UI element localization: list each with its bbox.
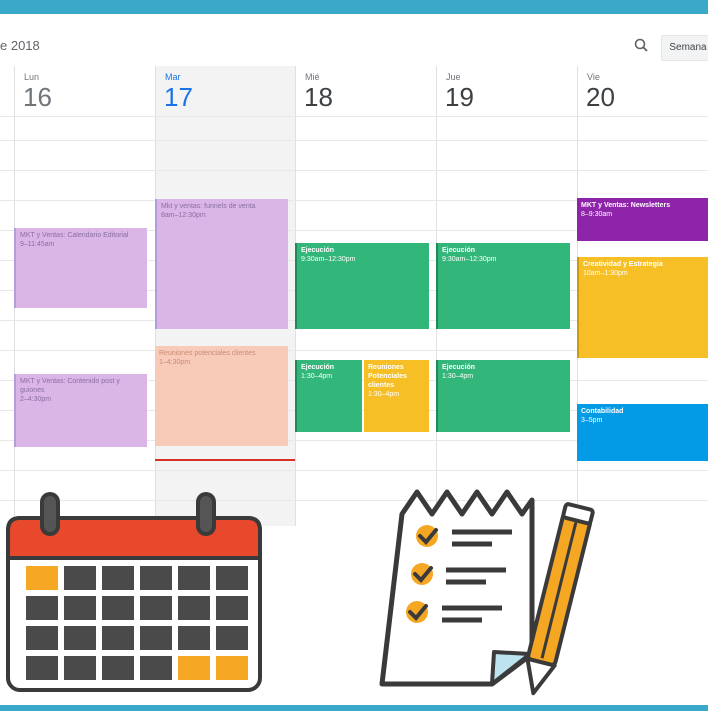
calendar-day-square	[102, 626, 134, 650]
event-card[interactable]: Reuniones potenciales clientes 1–4:30pm	[155, 346, 288, 446]
calendar-day-square	[140, 566, 172, 590]
calendar-day-square	[64, 596, 96, 620]
event-title: MKT y Ventas: Contenido post y guiones	[20, 378, 120, 394]
event-card[interactable]: Ejecución 9:30am–12:30pm	[436, 243, 570, 329]
day-header-monday[interactable]: Lun 16	[14, 66, 155, 116]
current-time-indicator	[155, 459, 295, 461]
event-time: 10am–1:30pm	[583, 270, 628, 277]
event-card[interactable]: Ejecución 1:30–4pm	[436, 360, 570, 432]
event-title: Ejecución	[442, 364, 476, 371]
day-of-week-label: Jue	[446, 72, 461, 82]
day-number: 16	[23, 82, 52, 112]
event-time: 1:30–4pm	[368, 391, 400, 398]
event-card[interactable]: MKT y Ventas: Newsletters 8–9:30am	[577, 198, 708, 241]
calendar-day-square	[140, 656, 172, 680]
event-title: Ejecución	[301, 247, 335, 254]
calendar-day-square	[216, 566, 248, 590]
grid-line	[0, 140, 708, 141]
calendar-day-square	[102, 656, 134, 680]
search-button[interactable]	[632, 36, 652, 56]
event-time: 9–11:45am	[20, 241, 55, 248]
calendar-day-square	[178, 596, 210, 620]
event-title: Ejecución	[442, 247, 476, 254]
event-title: Contabilidad	[581, 408, 624, 415]
grid-line	[0, 116, 708, 117]
event-card[interactable]: Mkt y ventas: funnels de venta 8am–12:30…	[155, 199, 288, 329]
calendar-day-square	[64, 656, 96, 680]
event-time: 1–4:30pm	[159, 359, 191, 366]
calendar-day-square	[140, 596, 172, 620]
day-of-week-label: Mié	[305, 72, 320, 82]
event-time: 1:30–4pm	[301, 373, 333, 380]
month-title: e 2018	[0, 38, 40, 53]
calendar-day-square	[26, 566, 58, 590]
calendar-day-square	[26, 626, 58, 650]
event-time: 2–4:30pm	[20, 396, 52, 403]
day-header-wednesday[interactable]: Mié 18	[295, 66, 436, 116]
event-title: MKT y Ventas: Calendario Editorial	[20, 232, 129, 239]
calendar-day-square	[26, 656, 58, 680]
day-of-week-label: Mar	[165, 72, 181, 82]
checklist-illustration	[379, 489, 595, 696]
calendar-day-square	[64, 626, 96, 650]
event-title: MKT y Ventas: Newsletters	[581, 202, 671, 209]
calendar-day-square	[216, 596, 248, 620]
calendar-day-square	[178, 626, 210, 650]
day-header-tuesday[interactable]: Mar 17	[155, 66, 295, 116]
event-title: Creatividad y Estrategia	[583, 261, 663, 268]
top-frame-bar	[0, 0, 708, 14]
event-time: 1:30–4pm	[442, 373, 474, 380]
calendar-day-square	[102, 596, 134, 620]
event-time: 8am–12:30pm	[161, 212, 206, 219]
calendar-day-square	[140, 626, 172, 650]
event-card[interactable]: Contabilidad 3–5pm	[577, 404, 708, 461]
event-title: Ejecución	[301, 364, 335, 371]
event-title: Reuniones Potenciales clientes	[368, 364, 407, 389]
event-time: 9:30am–12:30pm	[301, 256, 356, 263]
day-of-week-label: Lun	[24, 72, 40, 82]
week-grid: Lun 16 Mar 17 Mié 18 Jue 19 Vie 20 MKT y…	[0, 66, 708, 526]
event-card[interactable]: Creatividad y Estrategia 10am–1:30pm	[577, 257, 708, 358]
day-number: 18	[304, 82, 333, 112]
search-icon	[634, 38, 648, 52]
calendar-day-square	[102, 566, 134, 590]
bottom-frame-bar	[0, 705, 708, 711]
day-of-week-label: Vie	[587, 72, 600, 82]
day-number: 19	[445, 82, 474, 112]
calendar-day-square	[64, 566, 96, 590]
event-card[interactable]: MKT y Ventas: Calendario Editorial 9–11:…	[14, 228, 147, 308]
event-card[interactable]: MKT y Ventas: Contenido post y guiones 2…	[14, 374, 147, 447]
calendar-day-square	[178, 656, 210, 680]
calendar-illustration	[6, 492, 262, 692]
calendar-day-square	[26, 596, 58, 620]
day-header-thursday[interactable]: Jue 19	[436, 66, 577, 116]
event-card[interactable]: Ejecución 1:30–4pm	[295, 360, 362, 432]
event-card[interactable]: Ejecución 9:30am–12:30pm	[295, 243, 429, 329]
calendar-header: e 2018 Semana	[0, 14, 708, 66]
day-header-friday[interactable]: Vie 20	[577, 66, 708, 116]
calendar-day-square	[178, 566, 210, 590]
event-card[interactable]: Reuniones Potenciales clientes 1:30–4pm	[364, 360, 429, 432]
view-selector-button[interactable]: Semana	[661, 35, 708, 61]
event-time: 8–9:30am	[581, 211, 613, 218]
event-time: 9:30am–12:30pm	[442, 256, 497, 263]
event-time: 3–5pm	[581, 417, 603, 424]
calendar-day-square	[216, 656, 248, 680]
calendar-day-square	[216, 626, 248, 650]
grid-line	[0, 470, 708, 471]
grid-line	[0, 170, 708, 171]
day-number: 17	[164, 82, 193, 112]
day-number: 20	[586, 82, 615, 112]
event-title: Mkt y ventas: funnels de venta	[161, 203, 256, 210]
event-title: Reuniones potenciales clientes	[159, 350, 256, 357]
